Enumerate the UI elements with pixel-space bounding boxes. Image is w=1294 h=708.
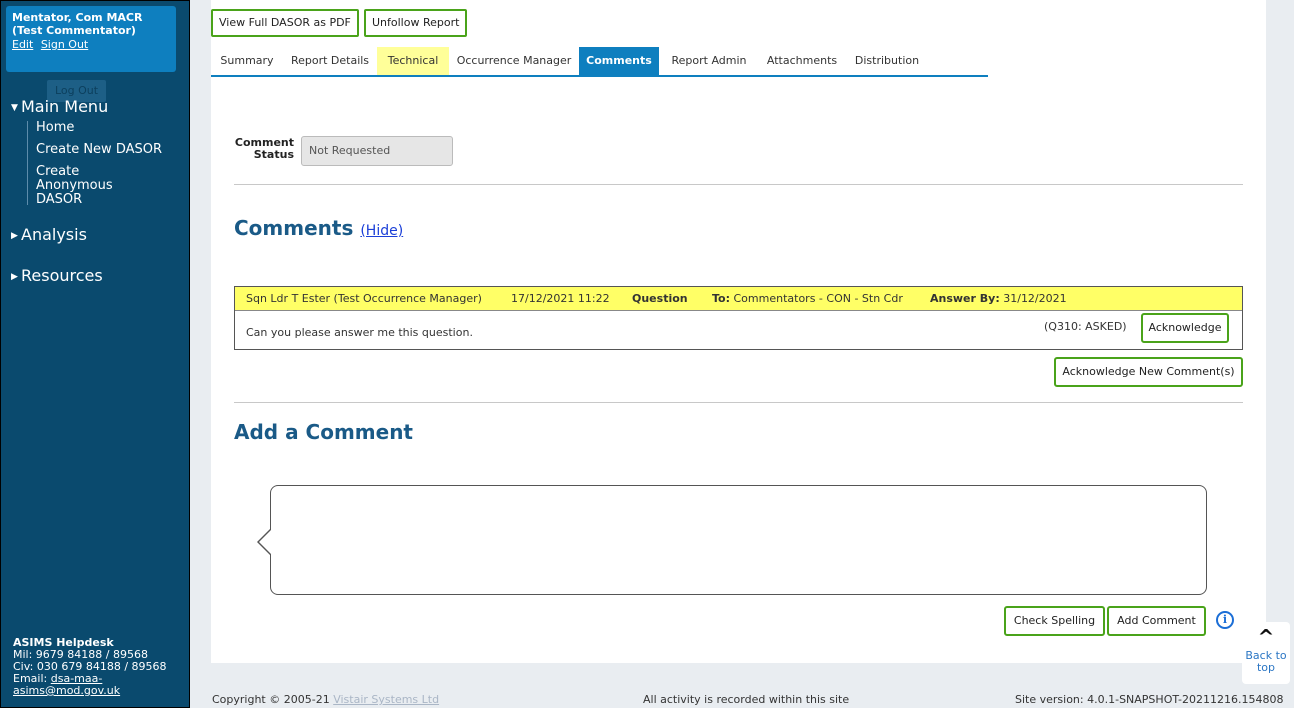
view-pdf-button[interactable]: View Full DASOR as PDF bbox=[211, 9, 359, 37]
analysis-menu-toggle[interactable]: ▶ Analysis bbox=[11, 225, 87, 244]
info-icon[interactable]: i bbox=[1216, 611, 1234, 629]
scroll-strip bbox=[1266, 0, 1272, 663]
footer-copyright: Copyright © 2005-21 Vistair Systems Ltd bbox=[212, 693, 439, 706]
comment-textarea[interactable] bbox=[270, 485, 1207, 595]
site-version: Site version: 4.0.1-SNAPSHOT-20211216.15… bbox=[1015, 693, 1284, 706]
comment-header: Sqn Ldr T Ester (Test Occurrence Manager… bbox=[235, 287, 1242, 311]
back-to-top-line2: top bbox=[1256, 661, 1276, 674]
comment-datetime: 17/12/2021 11:22 bbox=[511, 292, 610, 305]
comment-author: Sqn Ldr T Ester (Test Occurrence Manager… bbox=[246, 292, 482, 305]
copyright-text: Copyright © 2005-21 bbox=[212, 693, 334, 706]
resources-menu-toggle[interactable]: ▶ Resources bbox=[11, 266, 103, 285]
divider bbox=[234, 402, 1243, 403]
sidebar-item-create-new-dasor[interactable]: Create New DASOR bbox=[36, 143, 187, 157]
add-comment-heading: Add a Comment bbox=[234, 420, 413, 444]
sidebar-item-create-anonymous-dasor[interactable]: Create Anonymous DASOR bbox=[36, 165, 156, 207]
main-menu-label: Main Menu bbox=[21, 97, 109, 116]
comment-text: Can you please answer me this question. bbox=[246, 326, 473, 339]
comment-entry: Sqn Ldr T Ester (Test Occurrence Manager… bbox=[234, 286, 1243, 350]
triangle-right-icon: ▶ bbox=[11, 272, 18, 282]
comment-status-label: Comment Status bbox=[234, 137, 294, 161]
comments-heading: Comments (Hide) bbox=[234, 216, 403, 240]
back-to-top-button[interactable]: ^ Back to top bbox=[1242, 622, 1290, 684]
sidebar: Mentator, Com MACR (Test Commentator) Ed… bbox=[0, 0, 190, 708]
sign-out-link[interactable]: Sign Out bbox=[41, 38, 88, 51]
tab-bar-fill bbox=[994, 41, 1272, 81]
company-link[interactable]: Vistair Systems Ltd bbox=[333, 693, 439, 706]
question-status: (Q310: ASKED) bbox=[1044, 320, 1127, 333]
chevron-up-icon: ^ bbox=[1257, 625, 1275, 649]
comment-status-field: Not Requested bbox=[301, 136, 453, 166]
user-name: Mentator, Com MACR (Test Commentator) bbox=[12, 11, 143, 37]
comment-answer-by-value: 31/12/2021 bbox=[1003, 292, 1067, 305]
triangle-down-icon: ▼ bbox=[11, 103, 18, 113]
main-menu-list: Home Create New DASOR Create Anonymous D… bbox=[27, 121, 187, 207]
comment-status-label-line2: Status bbox=[253, 148, 294, 161]
helpdesk-info: ASIMS Helpdesk Mil: 9679 84188 / 89568 C… bbox=[13, 637, 185, 697]
tab-report-admin[interactable]: Report Admin bbox=[661, 47, 757, 75]
comment-answer-by-label: Answer By: bbox=[930, 292, 1000, 305]
check-spelling-button[interactable]: Check Spelling bbox=[1004, 606, 1105, 636]
sidebar-item-home[interactable]: Home bbox=[36, 121, 187, 135]
tab-distribution[interactable]: Distribution bbox=[847, 47, 927, 75]
comment-to-label: To: bbox=[712, 292, 730, 305]
tab-attachments[interactable]: Attachments bbox=[757, 47, 847, 75]
analysis-label: Analysis bbox=[21, 225, 87, 244]
comment-type: Question bbox=[632, 292, 688, 305]
divider bbox=[234, 184, 1243, 185]
comment-to-value: Commentators - CON - Stn Cdr bbox=[733, 292, 903, 305]
comments-title: Comments bbox=[234, 216, 354, 240]
add-comment-button[interactable]: Add Comment bbox=[1107, 606, 1206, 636]
activity-notice: All activity is recorded within this sit… bbox=[643, 693, 850, 706]
tab-technical[interactable]: Technical bbox=[377, 47, 449, 75]
user-box: Mentator, Com MACR (Test Commentator) Ed… bbox=[6, 6, 176, 72]
main-menu-toggle[interactable]: ▼ Main Menu bbox=[11, 97, 108, 116]
hide-comments-link[interactable]: (Hide) bbox=[360, 223, 403, 239]
tab-bar: Summary Report Details Technical Occurre… bbox=[211, 47, 988, 77]
tab-comments[interactable]: Comments bbox=[579, 47, 659, 75]
tab-summary[interactable]: Summary bbox=[211, 47, 283, 75]
tab-occurrence-manager[interactable]: Occurrence Manager bbox=[449, 47, 579, 75]
edit-profile-link[interactable]: Edit bbox=[12, 38, 33, 51]
acknowledge-new-comments-button[interactable]: Acknowledge New Comment(s) bbox=[1054, 357, 1243, 387]
tab-report-details[interactable]: Report Details bbox=[283, 47, 377, 75]
resources-label: Resources bbox=[21, 266, 103, 285]
unfollow-report-button[interactable]: Unfollow Report bbox=[364, 9, 468, 37]
speech-pointer-inner bbox=[259, 529, 272, 555]
acknowledge-button[interactable]: Acknowledge bbox=[1141, 313, 1229, 343]
triangle-right-icon: ▶ bbox=[11, 231, 18, 241]
